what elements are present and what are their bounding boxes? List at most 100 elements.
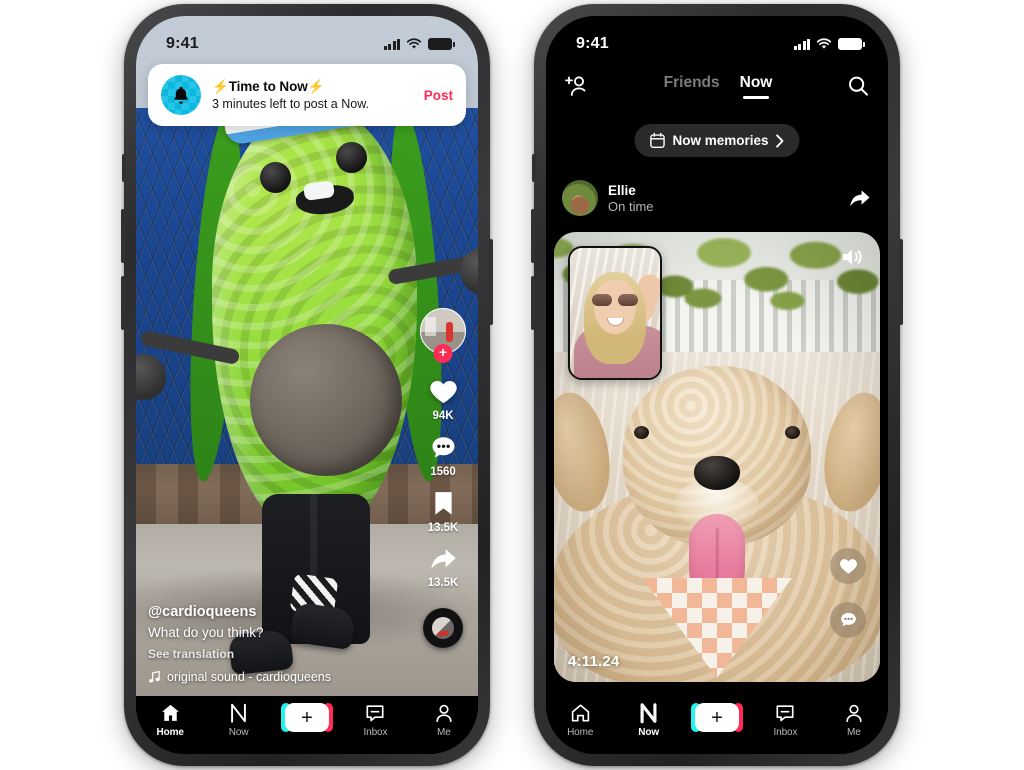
status-time: 9:41 bbox=[576, 35, 609, 52]
plus-glyph: + bbox=[301, 706, 313, 729]
status-time: 9:41 bbox=[166, 35, 199, 52]
cellular-bars-icon bbox=[793, 38, 810, 50]
tab-now-label: Now bbox=[638, 727, 660, 738]
post-button[interactable]: Post bbox=[418, 88, 453, 103]
music-attribution[interactable]: original sound - cardioqueens bbox=[148, 670, 390, 684]
post-timestamp: 4:11.24 bbox=[568, 653, 620, 670]
battery-icon bbox=[428, 38, 455, 50]
tab-create[interactable]: + bbox=[683, 702, 751, 735]
notification-subtitle: 3 minutes left to post a Now. bbox=[212, 97, 370, 111]
music-note-icon bbox=[149, 670, 160, 683]
speaker-on-icon[interactable] bbox=[840, 246, 864, 268]
volume-up-button[interactable] bbox=[531, 209, 535, 263]
share-arrow-icon[interactable] bbox=[847, 187, 872, 210]
create-button-wrap: + bbox=[691, 702, 744, 732]
cellular-bars-icon bbox=[383, 38, 400, 50]
tab-create[interactable]: + bbox=[273, 702, 341, 735]
post-author-name: Ellie bbox=[608, 182, 636, 198]
music-title: original sound - cardioqueens bbox=[167, 670, 331, 684]
phone-device-left: 9:41 ⚡Time to Now⚡ 3 minutes left to pos… bbox=[121, 4, 493, 766]
create-button-wrap: + bbox=[281, 702, 334, 732]
feed-action-rail: + 94K 1560 13.5K 13.5K bbox=[415, 308, 471, 648]
tab-now[interactable]: Now bbox=[204, 702, 272, 738]
post-status: On time bbox=[608, 198, 654, 214]
selfie-inset[interactable] bbox=[568, 246, 662, 380]
tab-home-label: Home bbox=[156, 727, 184, 738]
tab-home[interactable]: Home bbox=[136, 702, 204, 738]
home-icon bbox=[161, 704, 179, 721]
wifi-icon bbox=[406, 38, 422, 49]
volume-up-button[interactable] bbox=[121, 209, 125, 263]
power-button[interactable] bbox=[899, 239, 903, 325]
now-bolt-icon bbox=[231, 703, 246, 723]
plus-icon[interactable]: + bbox=[281, 703, 334, 732]
like-count: 94K bbox=[432, 410, 454, 422]
follow-button[interactable]: + bbox=[433, 344, 453, 363]
heart-icon bbox=[839, 559, 857, 574]
plus-icon[interactable]: + bbox=[691, 703, 744, 732]
now-header: Friends Now bbox=[546, 62, 888, 110]
tab-now[interactable]: Now bbox=[614, 702, 682, 738]
post-identity: Ellie On time bbox=[608, 183, 654, 214]
creator-avatar[interactable]: + bbox=[420, 308, 466, 363]
caption-username[interactable]: @cardioqueens bbox=[148, 604, 390, 620]
like-action[interactable]: 94K bbox=[427, 376, 460, 422]
now-memories-label: Now memories bbox=[672, 133, 769, 148]
tab-friends[interactable]: Friends bbox=[664, 74, 720, 99]
bookmark-icon bbox=[434, 492, 452, 515]
tab-home[interactable]: Home bbox=[546, 702, 614, 738]
person-icon bbox=[436, 704, 452, 723]
comment-action[interactable]: 1560 bbox=[428, 433, 459, 478]
tiktok-now-screen: 9:41 Friends Now Now memories Ellie On t… bbox=[546, 16, 888, 754]
phone-screen-left: 9:41 ⚡Time to Now⚡ 3 minutes left to pos… bbox=[136, 16, 478, 754]
now-memories-button[interactable]: Now memories bbox=[634, 124, 800, 157]
silent-switch[interactable] bbox=[532, 154, 536, 182]
now-bolt-icon bbox=[640, 703, 657, 724]
bookmark-count: 13.5K bbox=[427, 522, 459, 534]
comment-button[interactable] bbox=[830, 602, 866, 638]
tab-me[interactable]: Me bbox=[410, 702, 478, 738]
avocado-eye-left bbox=[260, 162, 291, 193]
inbox-icon bbox=[776, 705, 794, 722]
now-post-card[interactable]: 4:11.24 bbox=[554, 232, 880, 682]
video-caption: @cardioqueens What do you think? See tra… bbox=[148, 604, 390, 684]
phone-device-right: 9:41 Friends Now Now memories Ellie On t… bbox=[531, 4, 903, 766]
see-translation-link[interactable]: See translation bbox=[148, 647, 390, 661]
tiktok-feed-screen: 9:41 ⚡Time to Now⚡ 3 minutes left to pos… bbox=[136, 16, 478, 754]
volume-down-button[interactable] bbox=[531, 276, 535, 330]
bottom-tab-bar-right: Home Now + Inbox Me bbox=[546, 696, 888, 754]
music-disc-icon[interactable] bbox=[423, 608, 463, 648]
volume-down-button[interactable] bbox=[121, 276, 125, 330]
tab-me-label: Me bbox=[846, 727, 861, 738]
now-notification-banner[interactable]: ⚡Time to Now⚡ 3 minutes left to post a N… bbox=[148, 64, 466, 126]
like-button[interactable] bbox=[830, 548, 866, 584]
power-button[interactable] bbox=[489, 239, 493, 325]
tab-me[interactable]: Me bbox=[820, 702, 888, 738]
tab-home-label: Home bbox=[567, 727, 594, 738]
silent-switch[interactable] bbox=[122, 154, 126, 182]
chevron-right-icon bbox=[776, 133, 784, 148]
screenshot-stage: 9:41 ⚡Time to Now⚡ 3 minutes left to pos… bbox=[0, 0, 1024, 770]
notification-title: ⚡Time to Now⚡ bbox=[212, 79, 325, 94]
avocado-eye-right bbox=[336, 142, 367, 173]
tab-me-label: Me bbox=[436, 727, 451, 738]
tab-inbox[interactable]: Inbox bbox=[341, 702, 409, 738]
tab-inbox[interactable]: Inbox bbox=[751, 702, 819, 738]
avocado-balloon-costume bbox=[136, 76, 478, 676]
tab-inbox-label: Inbox bbox=[773, 727, 798, 738]
sunglasses-icon bbox=[592, 294, 638, 306]
disc-album-art bbox=[432, 617, 454, 639]
bookmark-action[interactable]: 13.5K bbox=[427, 489, 459, 534]
bottom-tab-bar-left: Home Now + Inbox Me bbox=[136, 696, 478, 754]
now-tab-group: Friends Now bbox=[664, 74, 773, 99]
calendar-icon bbox=[650, 132, 665, 149]
share-action[interactable]: 13.5K bbox=[427, 545, 459, 589]
tab-now-feed[interactable]: Now bbox=[740, 74, 773, 99]
avatar[interactable] bbox=[562, 180, 598, 216]
add-person-icon[interactable] bbox=[564, 74, 590, 98]
caption-text: What do you think? bbox=[148, 625, 264, 640]
wifi-icon bbox=[816, 38, 832, 49]
search-icon[interactable] bbox=[846, 74, 870, 98]
avocado-pit bbox=[250, 324, 402, 476]
status-bar: 9:41 bbox=[136, 16, 478, 62]
